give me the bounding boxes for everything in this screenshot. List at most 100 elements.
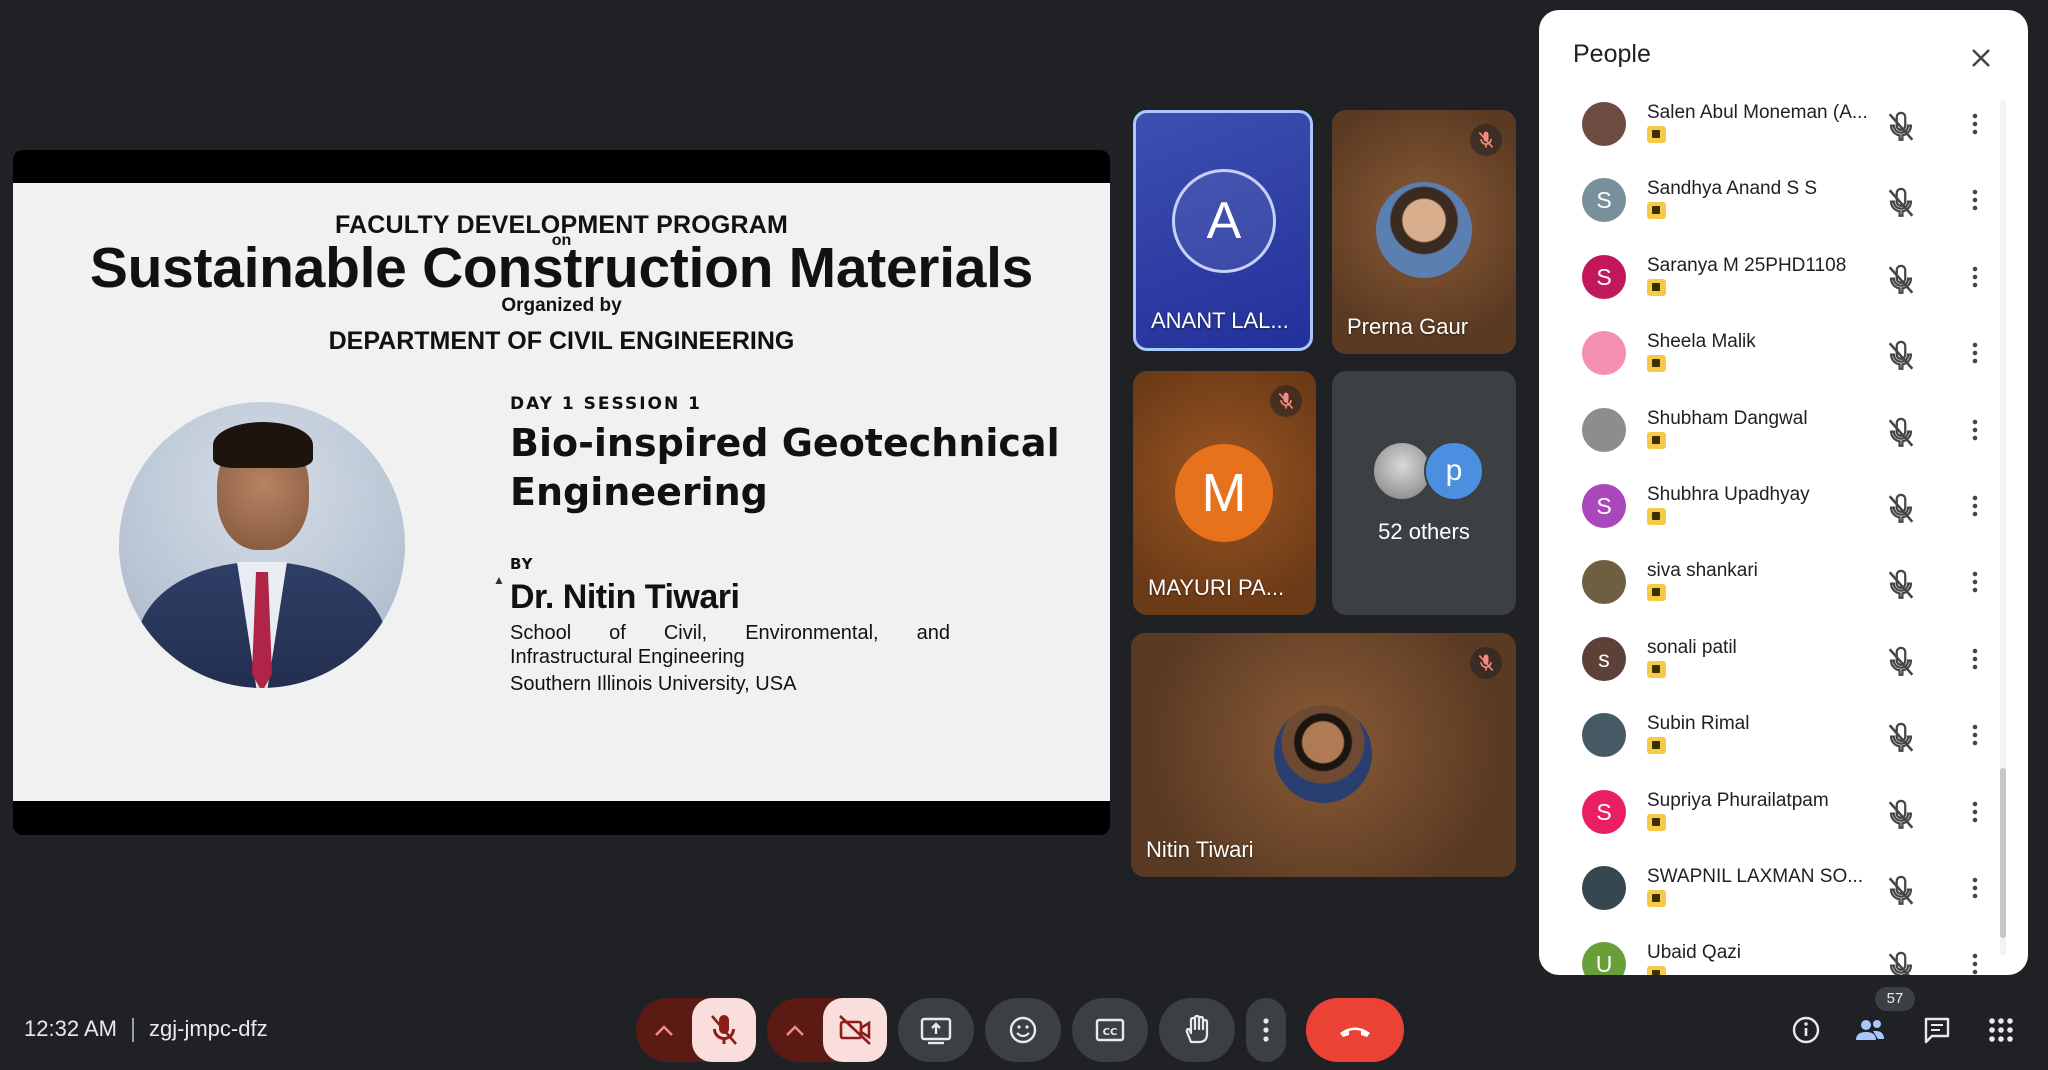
mic-off-icon[interactable] bbox=[1884, 721, 1918, 760]
mic-off-icon[interactable] bbox=[1884, 416, 1918, 455]
more-vert-icon[interactable] bbox=[1961, 568, 1989, 596]
more-vert-icon[interactable] bbox=[1961, 492, 1989, 520]
participant-row[interactable]: siva shankari bbox=[1539, 560, 2028, 636]
participant-row[interactable]: SWAPNIL LAXMAN SO... bbox=[1539, 866, 2028, 942]
participant-row[interactable]: S Shubhra Upadhyay bbox=[1539, 484, 2028, 560]
presenting-badge-icon bbox=[1647, 890, 1666, 907]
others-tile[interactable]: p 52 others bbox=[1332, 371, 1516, 615]
slide-talk-title: Bio-inspired Geotechnical Engineering bbox=[510, 421, 1060, 514]
avatar bbox=[1582, 331, 1626, 376]
mic-off-icon[interactable] bbox=[1884, 339, 1918, 378]
more-vert-icon[interactable] bbox=[1961, 874, 1989, 902]
participant-name: Salen Abul Moneman (A... bbox=[1647, 102, 1867, 123]
more-vert-icon[interactable] bbox=[1961, 950, 1989, 975]
mic-off-icon[interactable] bbox=[1884, 186, 1918, 225]
slide-by: BY bbox=[510, 555, 534, 573]
activities-grid-icon[interactable] bbox=[1982, 1011, 2020, 1049]
participant-row[interactable]: Salen Abul Moneman (A... bbox=[1539, 102, 2028, 178]
more-vert-icon[interactable] bbox=[1961, 721, 1989, 749]
participant-list[interactable]: Salen Abul Moneman (A... S Sandhya Anand S… bbox=[1539, 90, 2028, 975]
presenting-badge-icon bbox=[1647, 355, 1666, 373]
mic-off-icon bbox=[1470, 124, 1502, 156]
avatar bbox=[1274, 705, 1372, 803]
more-vert-icon[interactable] bbox=[1961, 645, 1989, 673]
clock: 12:32 AM bbox=[24, 1016, 117, 1041]
more-vert-icon[interactable] bbox=[1961, 339, 1989, 367]
tile-name: ANANT LAL... bbox=[1151, 308, 1289, 333]
mic-toggle-button[interactable] bbox=[692, 998, 756, 1062]
svg-text:CC: CC bbox=[1103, 1027, 1118, 1038]
camera-off-icon bbox=[839, 1015, 871, 1045]
mic-off-icon[interactable] bbox=[1884, 950, 1918, 975]
participant-name: Shubhra Upadhyay bbox=[1647, 484, 1810, 505]
more-vert-icon[interactable] bbox=[1961, 110, 1989, 138]
slide-department: DEPARTMENT OF CIVIL ENGINEERING bbox=[328, 327, 795, 355]
present-button[interactable] bbox=[898, 998, 974, 1062]
more-vert-icon[interactable] bbox=[1961, 798, 1989, 826]
participant-row[interactable]: Sheela Malik bbox=[1539, 331, 2028, 407]
presenting-badge-icon bbox=[1647, 278, 1666, 296]
presenting-badge-icon bbox=[1647, 431, 1666, 449]
avatar: M bbox=[1175, 444, 1273, 542]
info-icon[interactable] bbox=[1787, 1011, 1825, 1049]
presentation-stage: FACULTY DEVELOPMENT PROGRAM on Sustainab… bbox=[13, 150, 1110, 835]
reactions-button[interactable] bbox=[985, 998, 1061, 1062]
mic-off-icon bbox=[1270, 385, 1302, 417]
mic-off-icon[interactable] bbox=[1884, 874, 1918, 913]
participant-row[interactable]: Shubham Dangwal bbox=[1539, 407, 2028, 484]
participant-row[interactable]: U Ubaid Qazi bbox=[1539, 942, 2028, 975]
emoji-icon bbox=[1009, 1016, 1037, 1044]
close-icon[interactable] bbox=[1961, 38, 2001, 78]
presenting-badge-icon bbox=[1647, 813, 1666, 831]
avatar bbox=[1582, 102, 1626, 146]
participant-row[interactable]: s sonali patil bbox=[1539, 636, 2028, 713]
avatar bbox=[1582, 407, 1626, 452]
participant-tile-anant[interactable]: A ANANT LAL... bbox=[1133, 110, 1313, 351]
panel-title: People bbox=[1573, 40, 1651, 68]
divider bbox=[132, 1018, 134, 1042]
chat-icon[interactable] bbox=[1918, 1011, 1956, 1049]
avatar bbox=[1582, 713, 1626, 758]
mic-off-icon[interactable] bbox=[1884, 568, 1918, 607]
participant-name: siva shankari bbox=[1647, 560, 1758, 582]
avatar bbox=[1372, 441, 1432, 501]
presenting-badge-icon bbox=[1647, 126, 1666, 143]
chevron-up-icon[interactable] bbox=[767, 998, 823, 1062]
avatar: A bbox=[1172, 169, 1276, 273]
raise-hand-button[interactable] bbox=[1159, 998, 1235, 1062]
participant-tile-prerna[interactable]: Prerna Gaur bbox=[1332, 110, 1516, 354]
avatar: s bbox=[1582, 636, 1626, 681]
more-vert-icon[interactable] bbox=[1961, 186, 1989, 214]
mic-off-icon[interactable] bbox=[1884, 645, 1918, 684]
participant-row[interactable]: S Supriya Phurailatpam bbox=[1539, 789, 2028, 866]
avatar: U bbox=[1582, 942, 1626, 975]
avatar bbox=[1376, 182, 1472, 278]
mic-off-icon[interactable] bbox=[1884, 798, 1918, 837]
presenting-badge-icon bbox=[1647, 584, 1666, 602]
participant-row[interactable]: S Sandhya Anand S S bbox=[1539, 178, 2028, 254]
more-vert-icon[interactable] bbox=[1961, 263, 1989, 291]
leave-call-button[interactable] bbox=[1306, 998, 1404, 1062]
mic-off-icon[interactable] bbox=[1884, 263, 1918, 302]
mic-off-icon[interactable] bbox=[1884, 110, 1918, 149]
participant-tile-nitin[interactable]: Nitin Tiwari bbox=[1131, 633, 1516, 877]
participant-tile-mayuri[interactable]: M MAYURI PA... bbox=[1133, 371, 1316, 615]
chevron-up-icon[interactable] bbox=[636, 998, 692, 1062]
slide-affiliation-3: Southern Illinois University, USA bbox=[510, 673, 797, 695]
scrollbar-thumb[interactable] bbox=[2000, 768, 2006, 938]
mic-off-icon[interactable] bbox=[1884, 492, 1918, 531]
camera-toggle-button[interactable] bbox=[823, 998, 887, 1062]
tile-name: Prerna Gaur bbox=[1347, 314, 1469, 339]
captions-button[interactable]: CC bbox=[1072, 998, 1148, 1062]
participant-name: Sandhya Anand S S bbox=[1647, 178, 1818, 200]
more-vert-icon[interactable] bbox=[1961, 416, 1989, 444]
more-options-button[interactable] bbox=[1246, 998, 1286, 1062]
participant-row[interactable]: S Saranya M 25PHD1108 bbox=[1539, 254, 2028, 331]
present-screen-icon bbox=[920, 1017, 952, 1045]
participant-name: Subin Rimal bbox=[1647, 713, 1750, 735]
participant-count-badge: 57 bbox=[1875, 987, 1915, 1011]
avatar: S bbox=[1582, 254, 1626, 299]
participant-row[interactable]: Subin Rimal bbox=[1539, 713, 2028, 789]
slide-speaker-name: Dr. Nitin Tiwari bbox=[510, 578, 740, 616]
people-icon[interactable] bbox=[1851, 1011, 1889, 1049]
